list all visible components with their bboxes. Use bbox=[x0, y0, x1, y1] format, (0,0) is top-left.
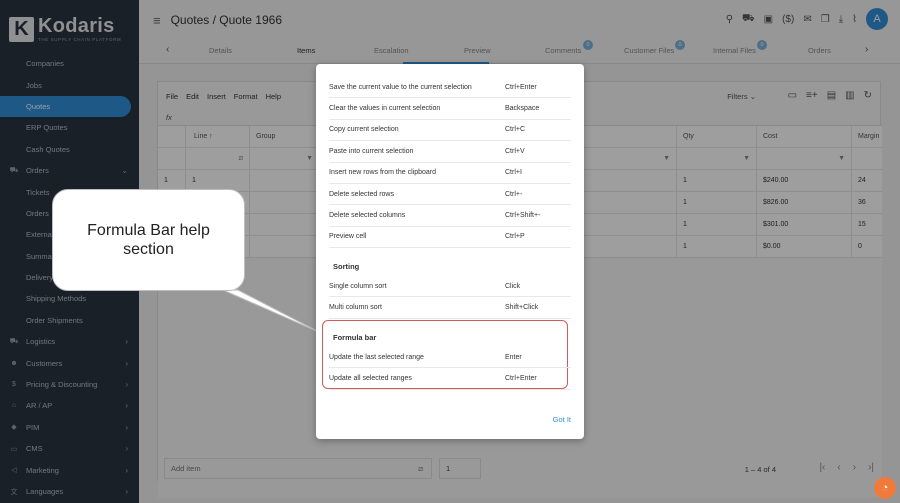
shortcut-description: Update all selected ranges bbox=[329, 375, 412, 383]
shortcut-row: Delete selected columns Ctrl+Shift+- bbox=[329, 205, 571, 227]
keyboard-shortcuts-dialog: Save the current value to the current se… bbox=[316, 64, 584, 439]
chat-icon[interactable]: ◔ bbox=[874, 477, 896, 499]
shortcut-key: Ctrl+Enter bbox=[505, 375, 537, 383]
shortcut-description: Update the last selected range bbox=[329, 353, 424, 361]
shortcut-key: Ctrl+Enter bbox=[505, 83, 537, 91]
shortcut-row: Paste into current selection Ctrl+V bbox=[329, 141, 571, 163]
sorting-section-title: Sorting bbox=[333, 262, 360, 271]
shortcut-key: Click bbox=[505, 282, 521, 290]
shortcut-description: Save the current value to the current se… bbox=[329, 83, 472, 91]
shortcut-row: Insert new rows from the clipboard Ctrl+I bbox=[329, 163, 571, 184]
shortcut-row: Delete selected rows Ctrl+- bbox=[329, 184, 571, 206]
shortcut-key: Shift+Click bbox=[505, 304, 539, 312]
shortcut-description: Clear the values in current selection bbox=[329, 105, 441, 113]
shortcut-description: Multi column sort bbox=[329, 304, 382, 312]
shortcut-row: Preview cell Ctrl+P bbox=[329, 227, 571, 249]
shortcut-key: Ctrl+I bbox=[505, 169, 522, 177]
shortcut-key: Enter bbox=[505, 353, 522, 361]
shortcut-key: Ctrl+Shift+- bbox=[505, 212, 541, 220]
shortcut-key: Ctrl+P bbox=[505, 233, 525, 241]
shortcut-description: Single column sort bbox=[329, 282, 387, 290]
sorting-shortcut-row: Single column sort Click bbox=[329, 276, 571, 298]
shortcut-key: Ctrl+V bbox=[505, 147, 525, 155]
shortcut-row: Copy current selection Ctrl+C bbox=[329, 120, 571, 142]
callout-text: Formula Bar help section bbox=[87, 222, 210, 258]
formula-bar-section-title: Formula bar bbox=[333, 333, 377, 342]
shortcut-description: Delete selected columns bbox=[329, 212, 406, 220]
shortcut-row: Save the current value to the current se… bbox=[329, 77, 571, 99]
sorting-shortcut-row: Multi column sort Shift+Click bbox=[329, 297, 571, 319]
got-it-button[interactable]: Got It bbox=[553, 415, 571, 424]
shortcut-description: Paste into current selection bbox=[329, 147, 414, 155]
shortcut-description: Insert new rows from the clipboard bbox=[329, 169, 436, 177]
shortcut-key: Backspace bbox=[505, 105, 540, 113]
shortcut-description: Delete selected rows bbox=[329, 190, 394, 198]
shortcut-row: Clear the values in current selection Bac… bbox=[329, 98, 571, 120]
shortcut-description: Copy current selection bbox=[329, 126, 399, 134]
formula-shortcut-row: Update the last selected range Enter bbox=[329, 347, 571, 369]
shortcut-key: Ctrl+- bbox=[505, 190, 523, 198]
shortcut-description: Preview cell bbox=[329, 233, 367, 241]
shortcut-key: Ctrl+C bbox=[505, 126, 526, 134]
formula-shortcut-row: Update all selected ranges Ctrl+Enter bbox=[329, 368, 571, 390]
annotation-callout: Formula Bar help section bbox=[52, 189, 245, 291]
